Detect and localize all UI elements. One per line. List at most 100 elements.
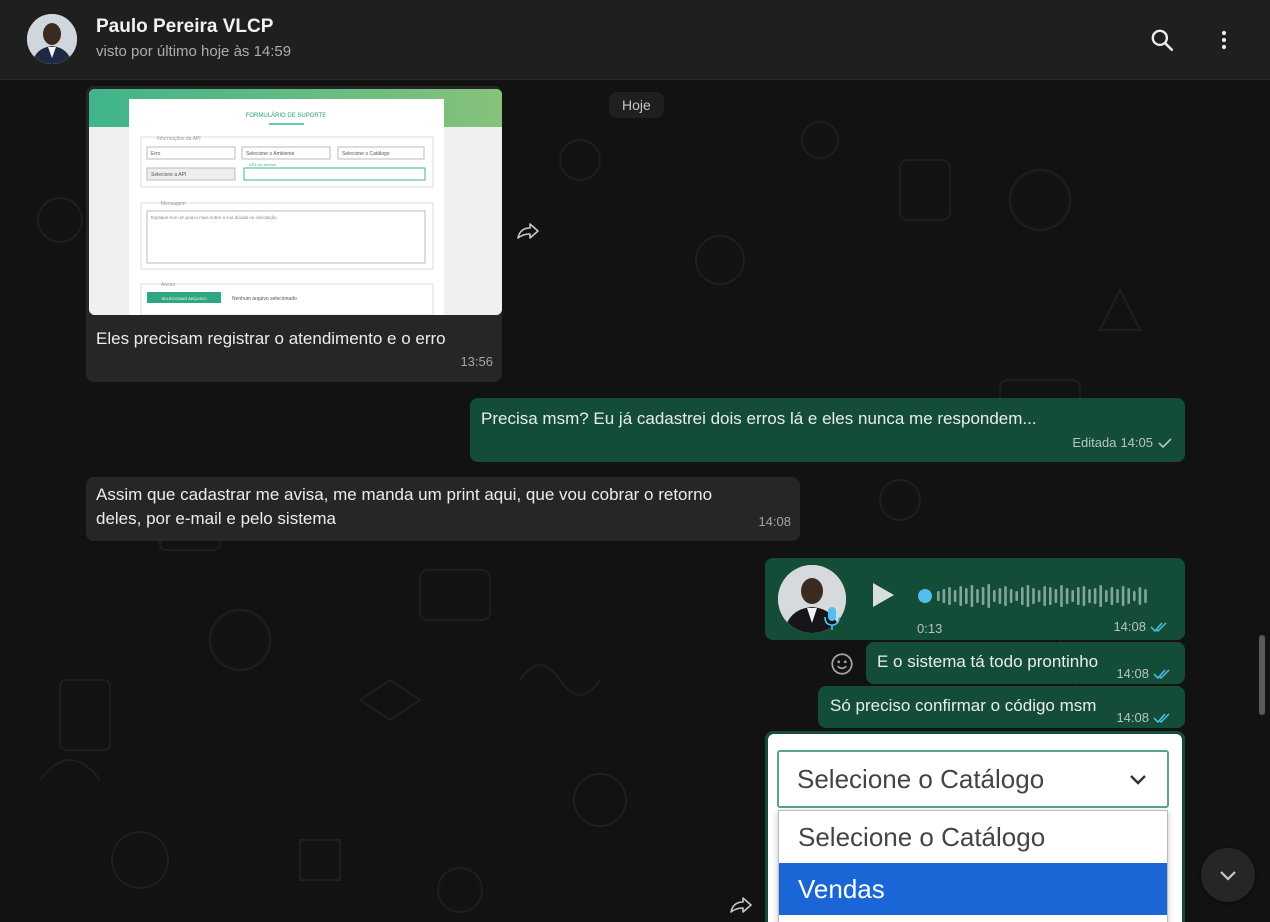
outgoing-message[interactable]: Precisa msm? Eu já cadastrei dois erros … xyxy=(470,398,1185,462)
waveform-bar xyxy=(1093,588,1097,604)
message-text: Assim que cadastrar me avisa, me manda u… xyxy=(96,485,713,528)
kebab-menu-icon xyxy=(1221,30,1227,50)
catalog-options-list: Selecione o Catálogo Vendas xyxy=(778,810,1168,922)
scroll-to-bottom-button[interactable] xyxy=(1201,848,1255,902)
form-mensagem-placeholder: Explique-nos um pouco mais sobre a sua d… xyxy=(151,215,277,220)
date-divider: Hoje xyxy=(609,92,664,118)
waveform-bar xyxy=(959,586,962,606)
single-check-icon xyxy=(1158,438,1172,449)
waveform-bar xyxy=(1133,591,1136,601)
form-section-anexo: Anexo xyxy=(161,282,175,288)
waveform-bar xyxy=(976,589,979,603)
waveform-bar xyxy=(1060,585,1063,607)
support-form-screenshot[interactable]: FORMULÁRIO DE SUPORTE Informações da API… xyxy=(89,89,502,315)
chevron-down-icon xyxy=(1220,871,1236,881)
waveform-bar xyxy=(1105,590,1108,602)
waveform-bar xyxy=(1082,586,1086,606)
image-message[interactable]: FORMULÁRIO DE SUPORTE Informações da API… xyxy=(86,86,502,382)
waveform-bar xyxy=(942,589,946,603)
waveform-bar xyxy=(965,588,968,604)
waveform-bar xyxy=(1071,590,1074,602)
message-time: 14:08 xyxy=(1113,619,1146,634)
catalog-dropdown-screenshot[interactable]: Selecione o Catálogo Selecione o Catálog… xyxy=(768,734,1182,922)
forward-icon xyxy=(517,223,539,239)
mic-icon xyxy=(824,607,840,630)
forward-button[interactable] xyxy=(513,220,543,244)
contact-name[interactable]: Paulo Pereira VLCP xyxy=(96,16,273,38)
waveform-bar xyxy=(1026,585,1030,607)
message-time: 14:08 xyxy=(1116,710,1149,725)
chat-panel[interactable]: Hoje FORMULÁRIO DE SUPORTE Informações d… xyxy=(0,80,1270,922)
waveform-bar xyxy=(970,585,974,607)
message-time: 13:56 xyxy=(460,354,493,369)
emoji-icon xyxy=(831,653,853,675)
play-button[interactable] xyxy=(865,578,899,612)
catalog-option-highlighted: Vendas xyxy=(779,863,1167,915)
waveform-bar xyxy=(1015,591,1018,601)
message-time: 14:08 xyxy=(1116,666,1149,681)
form-preview: FORMULÁRIO DE SUPORTE Informações da API… xyxy=(89,89,502,315)
form-field-api: Selecione a API xyxy=(151,172,186,178)
form-field-ambiente: Selecione o Ambiente xyxy=(246,151,295,157)
image-message[interactable]: Selecione o Catálogo Selecione o Catálog… xyxy=(765,731,1185,922)
outgoing-message[interactable]: Só preciso confirmar o código msm 14:08 xyxy=(818,686,1185,728)
forward-button[interactable] xyxy=(726,894,756,918)
chat-header: Paulo Pereira VLCP visto por último hoje… xyxy=(0,0,1270,80)
outgoing-message[interactable]: E o sistema tá todo prontinho 14:08 xyxy=(866,642,1185,684)
double-check-read-icon xyxy=(1153,669,1170,680)
waveform-bar xyxy=(1144,589,1147,603)
message-meta: 14:08 xyxy=(1116,662,1173,686)
waveform-bar xyxy=(1099,585,1102,607)
edited-label: Editada xyxy=(1072,435,1117,450)
message-text: E o sistema tá todo prontinho xyxy=(877,652,1099,671)
form-title: FORMULÁRIO DE SUPORTE xyxy=(246,112,327,119)
form-section-mensagem: Mensagem xyxy=(161,201,186,207)
contact-avatar[interactable] xyxy=(27,14,77,64)
search-button[interactable] xyxy=(1146,24,1178,56)
double-check-read-icon xyxy=(1153,713,1170,724)
waveform-bar xyxy=(1049,587,1052,605)
waveform-bar xyxy=(987,584,990,608)
waveform-bar xyxy=(993,590,996,602)
incoming-message[interactable]: Assim que cadastrar me avisa, me manda u… xyxy=(86,477,800,541)
forward-icon xyxy=(730,897,752,913)
voice-message[interactable]: 0:13 14:08 xyxy=(765,558,1185,640)
waveform-bar xyxy=(1138,587,1142,605)
message-text: Precisa msm? Eu já cadastrei dois erros … xyxy=(481,409,1037,428)
play-icon xyxy=(873,583,894,607)
waveform-bar xyxy=(1043,586,1046,606)
message-meta: Editada 14:05 xyxy=(1072,431,1173,455)
form-upload-status: Nenhum arquivo selecionado xyxy=(232,296,297,302)
waveform-bar xyxy=(1037,590,1041,602)
playback-position-dot[interactable] xyxy=(918,589,932,603)
waveform-bar xyxy=(981,587,985,605)
react-button[interactable] xyxy=(829,651,855,677)
form-field-erro: Erro xyxy=(151,151,161,157)
waveform-bar xyxy=(1127,588,1130,604)
form-section-api: Informações da API xyxy=(157,136,201,142)
waveform-bar xyxy=(953,590,957,602)
waveform-bar xyxy=(1116,589,1119,603)
form-upload-button: SELECIONAR ARQUIVO xyxy=(161,296,206,301)
chat-scrollbar[interactable] xyxy=(1259,635,1265,715)
search-icon xyxy=(1151,29,1174,52)
catalog-select: Selecione o Catálogo xyxy=(777,750,1169,808)
message-text: Só preciso confirmar o código msm xyxy=(830,696,1097,715)
waveform-bar xyxy=(1088,589,1091,603)
message-time: 14:08 xyxy=(758,514,791,529)
waveform-bar xyxy=(1077,587,1080,605)
form-field-url-label: URL do serviço xyxy=(249,162,277,167)
waveform-bar xyxy=(1021,587,1024,605)
waveform-bar xyxy=(937,591,940,601)
menu-button[interactable] xyxy=(1208,24,1240,56)
catalog-select-value: Selecione o Catálogo xyxy=(797,764,1045,794)
waveform-bar xyxy=(1032,588,1035,604)
last-seen-status: visto por último hoje às 14:59 xyxy=(96,43,292,60)
catalog-option: Selecione o Catálogo xyxy=(798,822,1046,852)
audio-waveform[interactable] xyxy=(917,582,1157,610)
waveform-bar xyxy=(1065,588,1069,604)
image-caption: Eles precisam registrar o atendimento e … xyxy=(96,329,446,348)
waveform-bar xyxy=(998,588,1002,604)
waveform-bar xyxy=(1009,589,1013,603)
message-meta: 14:08 xyxy=(1116,706,1173,730)
